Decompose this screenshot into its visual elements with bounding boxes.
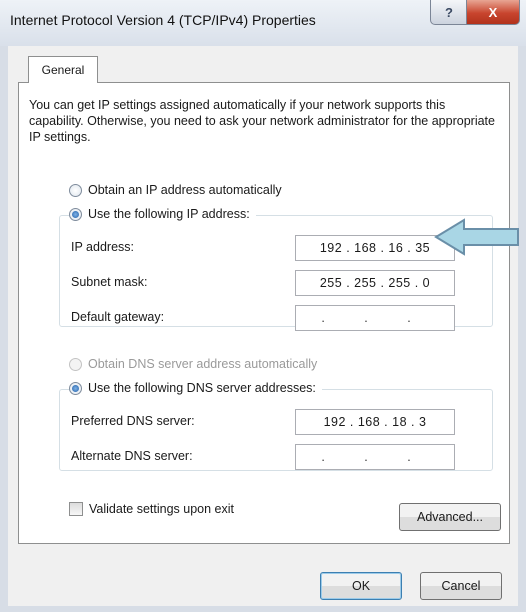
radio-disabled-icon (69, 357, 82, 371)
window-title: Internet Protocol Version 4 (TCP/IPv4) P… (10, 12, 316, 28)
default-gateway-input[interactable]: . . . (295, 305, 455, 331)
alternate-dns-label: Alternate DNS server: (71, 449, 193, 463)
preferred-dns-label: Preferred DNS server: (71, 414, 195, 428)
validate-settings-label: Validate settings upon exit (89, 502, 235, 516)
intro-text: You can get IP settings assigned automat… (29, 98, 495, 144)
ip-address-input[interactable]: 192 . 168 . 16 . 35 (295, 235, 455, 261)
advanced-button[interactable]: Advanced... (399, 503, 501, 531)
obtain-dns-auto-radio[interactable]: Obtain DNS server address automatically (69, 357, 317, 371)
cancel-button[interactable]: Cancel (420, 572, 502, 600)
ip-address-label: IP address: (71, 240, 135, 254)
preferred-dns-input[interactable]: 192 . 168 . 18 . 3 (295, 409, 455, 435)
validate-settings-checkbox[interactable]: Validate settings upon exit (69, 502, 234, 516)
obtain-dns-auto-label: Obtain DNS server address automatically (88, 357, 318, 371)
ok-button[interactable]: OK (320, 572, 402, 600)
general-panel: You can get IP settings assigned automat… (18, 82, 510, 544)
left-arrow-icon (434, 218, 519, 256)
checkbox-icon (69, 502, 83, 516)
use-following-ip-label: Use the following IP address: (88, 207, 250, 221)
obtain-ip-auto-radio[interactable]: Obtain an IP address automatically (69, 183, 282, 197)
radio-icon (69, 183, 82, 197)
use-following-dns-label: Use the following DNS server addresses: (88, 381, 316, 395)
subnet-mask-label: Subnet mask: (71, 275, 148, 289)
use-following-dns-radio[interactable]: Use the following DNS server addresses: (69, 381, 322, 395)
radio-selected-icon (69, 207, 82, 221)
alternate-dns-input[interactable]: . . . (295, 444, 455, 470)
help-button[interactable]: ? (430, 0, 468, 25)
subnet-mask-input[interactable]: 255 . 255 . 255 . 0 (295, 270, 455, 296)
dialog-client: General You can get IP settings assigned… (8, 46, 518, 606)
use-following-ip-radio[interactable]: Use the following IP address: (69, 207, 256, 221)
obtain-ip-auto-label: Obtain an IP address automatically (88, 183, 282, 197)
close-button[interactable]: X (466, 0, 520, 25)
title-bar: Internet Protocol Version 4 (TCP/IPv4) P… (0, 0, 526, 46)
default-gateway-label: Default gateway: (71, 310, 165, 324)
tab-general[interactable]: General (28, 56, 98, 83)
radio-selected-icon (69, 381, 82, 395)
